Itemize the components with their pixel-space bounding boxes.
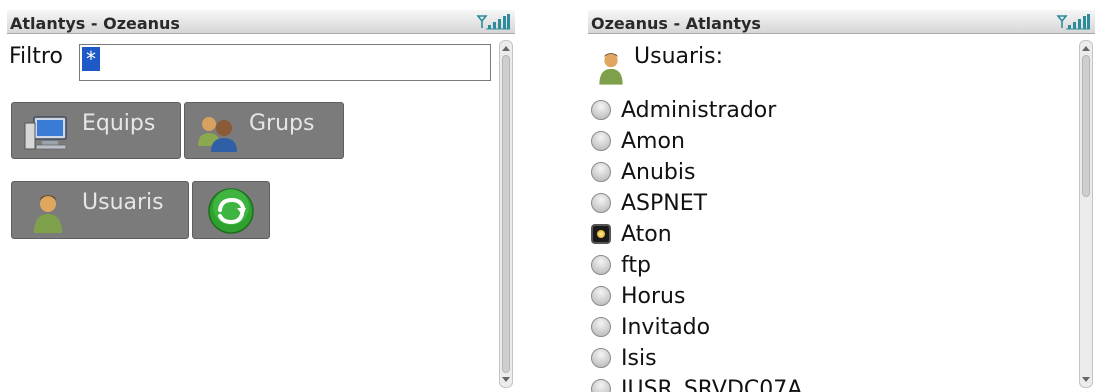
radio-unselected-icon (591, 348, 611, 368)
refresh-button[interactable] (192, 181, 270, 239)
radio-unselected-icon (591, 162, 611, 182)
window-title: Atlantys - Ozeanus (10, 14, 180, 33)
user-label: Amon (621, 129, 685, 154)
scroll-down-arrow-icon[interactable] (1081, 376, 1091, 384)
user-icon (34, 195, 62, 233)
signal-strength-icon (476, 14, 510, 30)
radio-unselected-icon (591, 286, 611, 306)
refresh-icon (208, 188, 254, 234)
scrollbar[interactable] (499, 40, 513, 388)
radio-unselected-icon (591, 193, 611, 213)
radio-unselected-icon (591, 255, 611, 275)
window-title: Ozeanus - Atlantys (591, 14, 761, 33)
user-item[interactable]: Horus (588, 281, 1068, 312)
usuaris-label: Usuaris (82, 190, 164, 215)
title-bar: Ozeanus - Atlantys (588, 10, 1095, 34)
filter-input[interactable]: * (79, 44, 491, 81)
scroll-up-arrow-icon[interactable] (1081, 44, 1091, 52)
radio-selected-icon (591, 224, 611, 244)
user-label: Aton (621, 222, 672, 247)
radio-unselected-icon (591, 379, 611, 392)
user-icon (599, 53, 623, 85)
user-list: Administrador Amon Anubis ASPNET Aton ft… (588, 95, 1068, 392)
user-label: Invitado (621, 315, 711, 340)
screen-atlantys-ozeanus: Atlantys - Ozeanus Filtro * Equips Grups… (7, 10, 515, 392)
user-item[interactable]: Administrador (588, 95, 1068, 126)
screen-ozeanus-atlantys: Ozeanus - Atlantys Usuaris: Administrado… (588, 10, 1095, 392)
group-icon (198, 117, 237, 152)
user-item[interactable]: IUSR_SRVDC07A (588, 374, 1068, 392)
scrollbar[interactable] (1079, 40, 1093, 388)
user-item[interactable]: Invitado (588, 312, 1068, 343)
user-item-selected[interactable]: Aton (588, 219, 1068, 250)
filter-label: Filtro (9, 44, 63, 69)
radio-unselected-icon (591, 317, 611, 337)
radio-unselected-icon (591, 131, 611, 151)
signal-strength-icon (1056, 14, 1090, 30)
user-item[interactable]: Anubis (588, 157, 1068, 188)
user-label: Anubis (621, 160, 696, 185)
equips-label: Equips (82, 111, 156, 136)
user-item[interactable]: Amon (588, 126, 1068, 157)
users-heading: Usuaris: (634, 44, 724, 69)
scroll-down-arrow-icon[interactable] (501, 376, 511, 384)
equips-button[interactable]: Equips (11, 102, 181, 159)
user-label: Isis (621, 346, 657, 371)
grups-label: Grups (249, 111, 315, 136)
user-item[interactable]: Isis (588, 343, 1068, 374)
user-label: ASPNET (621, 191, 708, 216)
scroll-thumb[interactable] (1082, 55, 1090, 197)
title-bar: Atlantys - Ozeanus (7, 10, 515, 34)
usuaris-button[interactable]: Usuaris (11, 181, 189, 239)
filter-input-value: * (82, 47, 100, 71)
user-label: ftp (621, 253, 651, 278)
scroll-up-arrow-icon[interactable] (501, 44, 511, 52)
grups-button[interactable]: Grups (184, 102, 344, 159)
radio-unselected-icon (591, 100, 611, 120)
user-item[interactable]: ftp (588, 250, 1068, 281)
user-label: Horus (621, 284, 686, 309)
user-item[interactable]: ASPNET (588, 188, 1068, 219)
user-label: Administrador (621, 98, 777, 123)
user-label: IUSR_SRVDC07A (621, 377, 803, 392)
computer-icon (24, 116, 67, 150)
scroll-thumb[interactable] (502, 55, 510, 373)
